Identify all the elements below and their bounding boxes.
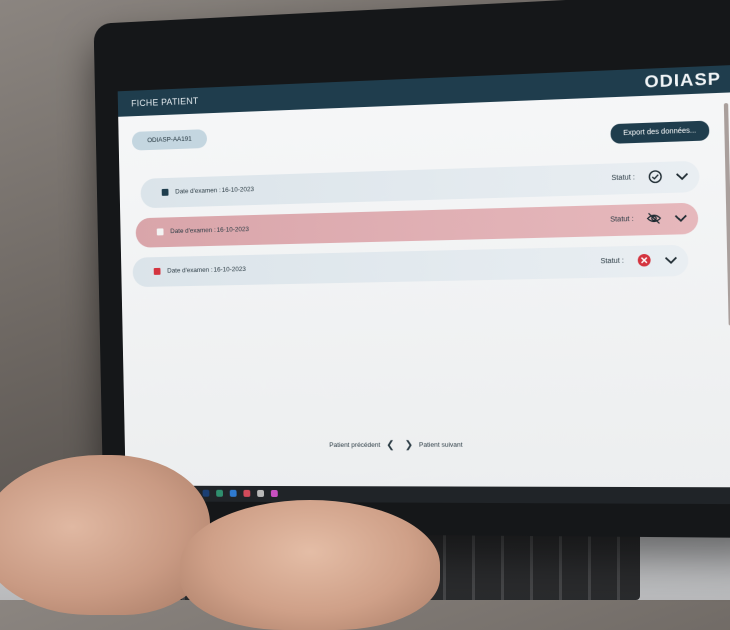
exam-color-marker [162, 189, 169, 196]
laptop-lid: FICHE PATIENT ODIASP ODIASP-AA191 Export… [94, 0, 730, 538]
app-icon[interactable] [243, 490, 250, 497]
app-icon[interactable] [257, 490, 264, 497]
os-taskbar [126, 486, 730, 505]
scrollbar[interactable] [724, 103, 730, 326]
exam-color-marker [157, 228, 164, 235]
exam-row[interactable]: Date d'examen : 16-10-2023 Statut : [135, 203, 698, 248]
patient-id-badge: ODIASP-AA191 [132, 129, 208, 151]
statut-label: Statut : [611, 174, 635, 182]
chevron-down-icon[interactable] [674, 212, 687, 223]
statut-label: Statut : [610, 216, 634, 224]
mail-icon[interactable] [230, 490, 237, 497]
app-header: FICHE PATIENT ODIASP [118, 65, 730, 117]
page-title: FICHE PATIENT [131, 96, 198, 109]
exam-row[interactable]: Date d'examen : 16-10-2023 Statut : [132, 245, 688, 287]
export-button[interactable]: Export des données... [610, 121, 709, 144]
exam-date-value: 16-10-2023 [222, 186, 255, 194]
pagination: Patient précédent ❮ ❯ Patient suivant [329, 440, 463, 451]
app-screen: FICHE PATIENT ODIASP ODIASP-AA191 Export… [118, 65, 730, 504]
brand-logo: ODIASP [644, 69, 721, 93]
next-patient-link[interactable]: Patient suivant [419, 442, 463, 449]
exam-color-marker [154, 268, 161, 275]
exam-row[interactable]: Date d'examen : 16-10-2023 Statut : [140, 161, 699, 209]
app-icon[interactable] [271, 490, 278, 497]
check-circle-icon [648, 169, 663, 184]
previous-patient-link[interactable]: Patient précédent [329, 442, 380, 449]
chevron-left-icon[interactable]: ❮ [386, 440, 395, 451]
statut-label: Statut : [600, 258, 624, 266]
error-icon [637, 253, 652, 268]
right-hand [180, 500, 440, 630]
app-icon[interactable] [216, 490, 223, 497]
left-hand [0, 455, 210, 615]
exam-date-label: Date d'examen : [175, 187, 221, 195]
exam-date-value: 16-10-2023 [217, 226, 250, 234]
chevron-right-icon[interactable]: ❯ [404, 440, 413, 451]
chevron-down-icon[interactable] [676, 170, 689, 181]
exam-date-value: 16-10-2023 [213, 266, 246, 274]
exam-date-label: Date d'examen : [167, 267, 213, 275]
eye-off-icon [646, 211, 661, 226]
chevron-down-icon[interactable] [664, 254, 677, 265]
photoshop-icon[interactable] [203, 490, 210, 497]
exam-date-label: Date d'examen : [170, 227, 216, 235]
